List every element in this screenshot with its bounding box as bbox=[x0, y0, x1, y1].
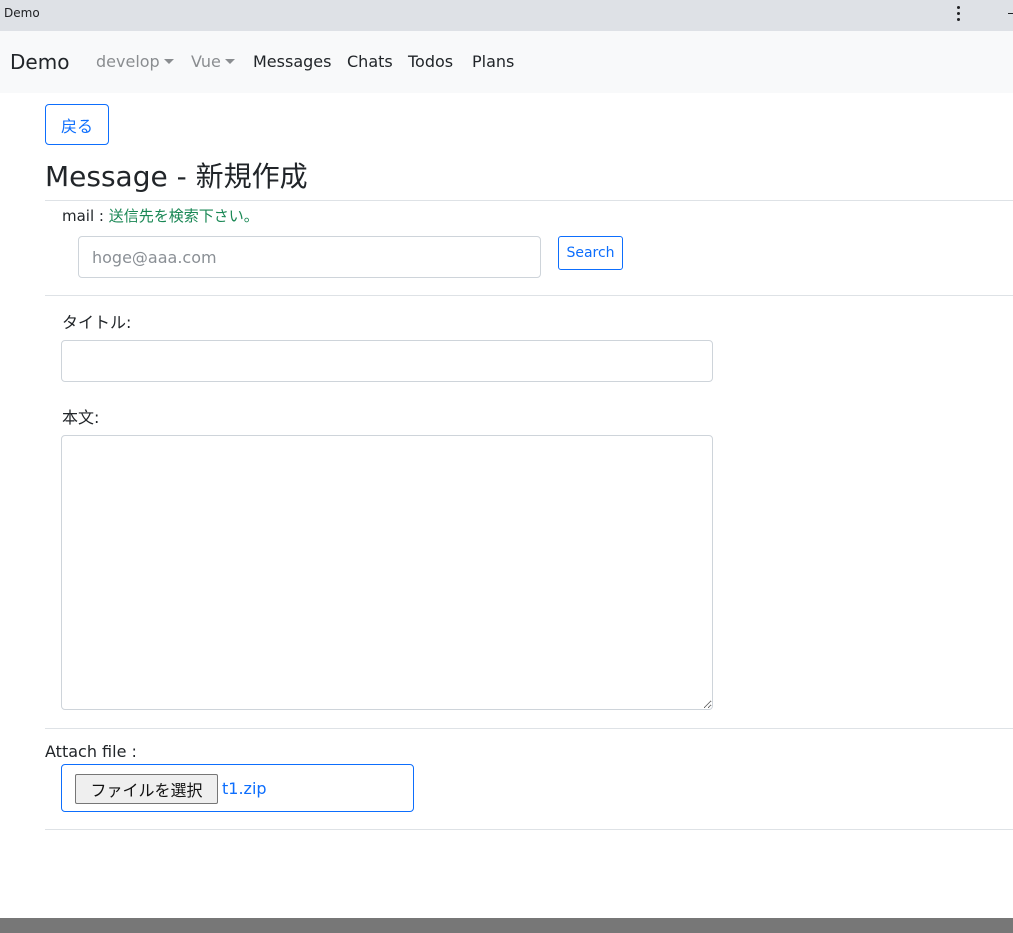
nav-dropdown-develop[interactable]: develop bbox=[96, 52, 174, 71]
nav-link-chats[interactable]: Chats bbox=[347, 52, 393, 71]
mail-hint: 送信先を検索下さい。 bbox=[108, 207, 259, 225]
search-button[interactable]: Search bbox=[558, 236, 623, 270]
mail-label: mail : 送信先を検索下さい。 bbox=[62, 205, 259, 226]
nav-link-messages[interactable]: Messages bbox=[253, 52, 331, 71]
divider bbox=[45, 295, 1013, 296]
back-button[interactable]: 戻る bbox=[45, 104, 109, 145]
divider bbox=[45, 200, 1013, 201]
nav-link-plans[interactable]: Plans bbox=[472, 52, 514, 71]
navbar-brand[interactable]: Demo bbox=[10, 50, 69, 74]
title-input[interactable] bbox=[61, 340, 713, 382]
caret-down-icon bbox=[163, 59, 174, 64]
divider bbox=[45, 829, 1013, 830]
choose-file-button[interactable]: ファイルを選択 bbox=[75, 774, 218, 804]
title-label: タイトル: bbox=[62, 313, 132, 332]
nav-dropdown-vue[interactable]: Vue bbox=[191, 52, 235, 71]
mail-label-text: mail : bbox=[62, 207, 109, 225]
caret-down-icon bbox=[224, 59, 235, 64]
divider bbox=[45, 728, 1013, 729]
nav-dropdown-develop-label: develop bbox=[96, 52, 160, 71]
body-label: 本文: bbox=[62, 408, 100, 427]
nav-link-todos[interactable]: Todos bbox=[408, 52, 453, 71]
page-title: Message - 新規作成 bbox=[45, 160, 308, 193]
nav-dropdown-vue-label: Vue bbox=[191, 52, 221, 71]
kebab-menu-icon[interactable] bbox=[950, 4, 966, 24]
selected-file-name: t1.zip bbox=[222, 779, 267, 798]
minimize-icon[interactable] bbox=[1008, 13, 1013, 14]
navbar: Demo develop Vue Messages Chats Todos Pl… bbox=[0, 31, 1013, 93]
footer-bar bbox=[0, 918, 1013, 933]
attach-file-label: Attach file : bbox=[45, 742, 137, 761]
mail-search-input[interactable] bbox=[78, 236, 541, 278]
body-textarea[interactable] bbox=[61, 435, 713, 710]
window-title: Demo bbox=[4, 6, 40, 20]
file-input[interactable]: ファイルを選択 t1.zip bbox=[61, 764, 414, 812]
window-titlebar: Demo bbox=[0, 0, 1013, 31]
